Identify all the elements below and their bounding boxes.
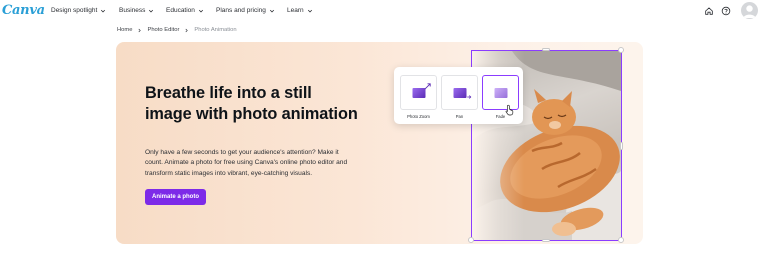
- resize-handle-right[interactable]: [620, 142, 623, 150]
- chevron-down-icon: [198, 9, 203, 12]
- chevron-right-icon: [185, 28, 189, 32]
- chevron-down-icon: [307, 9, 312, 12]
- menu-label: Plans and pricing: [216, 7, 266, 14]
- animation-option-photo-zoom[interactable]: [400, 75, 437, 110]
- menu-business[interactable]: Business: [119, 7, 154, 14]
- menu-education[interactable]: Education: [166, 7, 204, 14]
- menu-label: Design spotlight: [51, 7, 98, 14]
- resize-handle-bottom-left[interactable]: [468, 237, 474, 243]
- resize-handle-top[interactable]: [542, 48, 550, 51]
- chevron-down-icon: [101, 9, 106, 12]
- animation-label: Pan: [455, 114, 464, 119]
- top-navigation: Canva Design spotlight Business Educatio…: [0, 0, 768, 23]
- home-icon[interactable]: [704, 6, 714, 16]
- menu-label: Education: [166, 7, 195, 14]
- help-icon[interactable]: [721, 6, 731, 16]
- fade-thumbnail: [494, 87, 507, 98]
- chevron-right-icon: [138, 28, 142, 32]
- animation-picker: Photo Zoom Pan Fade: [394, 67, 523, 124]
- breadcrumb-photo-editor[interactable]: Photo Editor: [147, 27, 179, 33]
- resize-handle-top-right[interactable]: [618, 47, 624, 53]
- chevron-down-icon: [269, 9, 274, 12]
- menu-design-spotlight[interactable]: Design spotlight: [51, 7, 106, 14]
- user-silhouette-icon: [743, 5, 756, 18]
- page-title: Breathe life into a still image with pho…: [145, 84, 358, 123]
- expand-arrows-icon: [424, 83, 431, 90]
- menu-label: Business: [119, 7, 146, 14]
- breadcrumb-current: Photo Animation: [194, 27, 237, 33]
- menu-plans-and-pricing[interactable]: Plans and pricing: [216, 7, 275, 14]
- resize-handle-bottom[interactable]: [542, 239, 550, 242]
- hand-cursor-icon: [505, 104, 514, 116]
- pan-thumbnail: [453, 87, 466, 98]
- avatar[interactable]: [741, 2, 758, 19]
- hero-description: Only have a few seconds to get your audi…: [145, 149, 348, 177]
- chevron-down-icon: [149, 9, 154, 12]
- breadcrumb: Home Photo Editor Photo Animation: [117, 27, 237, 33]
- resize-handle-bottom-right[interactable]: [618, 237, 624, 243]
- animation-label: Photo Zoom: [407, 114, 430, 119]
- menu-learn[interactable]: Learn: [287, 7, 313, 14]
- animation-option-pan[interactable]: [441, 75, 478, 110]
- canva-logo[interactable]: Canva: [2, 3, 45, 18]
- menu-label: Learn: [287, 7, 304, 14]
- arrow-right-icon: [467, 95, 472, 99]
- breadcrumb-home[interactable]: Home: [117, 27, 132, 33]
- animate-photo-button[interactable]: Animate a photo: [145, 189, 206, 205]
